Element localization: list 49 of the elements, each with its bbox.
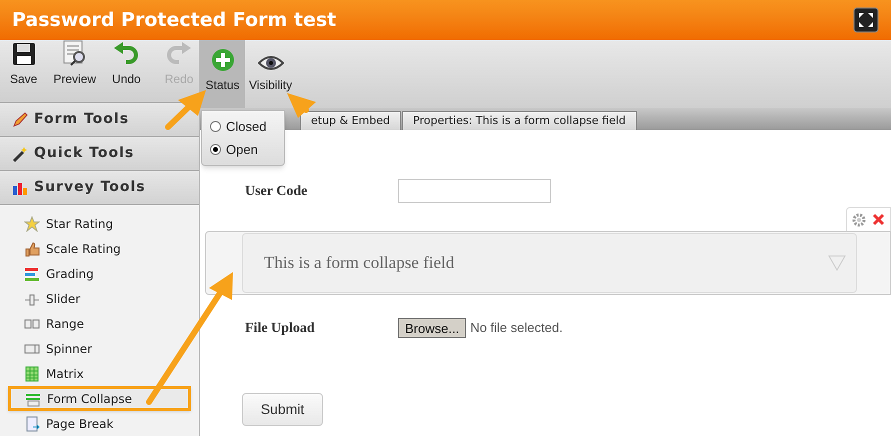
sidebar-item[interactable]: Slider [0, 286, 199, 311]
toolbar-button[interactable]: Save [6, 42, 42, 88]
close-icon[interactable] [872, 213, 885, 226]
file-status: No file selected. [470, 319, 563, 338]
grid-table-icon [24, 366, 40, 382]
sidebar-item[interactable]: Star Rating [0, 211, 199, 236]
radio-button[interactable] [210, 144, 221, 156]
pencil-icon [12, 112, 28, 128]
radio-label[interactable]: Open [226, 140, 258, 160]
sidebar-item[interactable]: Range [0, 311, 199, 336]
redo-arrow-icon [166, 42, 192, 66]
sidebar-section-header[interactable]: Quick Tools [0, 137, 199, 171]
magic-wand-icon [12, 146, 28, 162]
sidebar-item[interactable]: Spinner [0, 336, 199, 361]
collapse-section-header[interactable]: This is a form collapse field [242, 233, 857, 293]
eye-icon [258, 54, 284, 72]
sidebar-item[interactable]: Matrix [0, 361, 199, 386]
toolbar-button[interactable]: Preview [49, 40, 100, 88]
toolbar-button[interactable]: Undo [108, 42, 145, 88]
annotation-arrow [287, 93, 316, 118]
sidebar-item[interactable]: Grading [0, 261, 199, 286]
undo-arrow-icon [113, 42, 140, 66]
field-label: User Code [245, 182, 308, 200]
sidebar-section-header[interactable]: Form Tools [0, 103, 199, 137]
triangle-down-icon [828, 255, 846, 271]
sidebar-item[interactable]: Scale Rating [0, 236, 199, 261]
stacked-bars-icon [24, 266, 40, 282]
sidebar-item[interactable]: Page Break [0, 411, 199, 436]
collapse-title: This is a form collapse field [264, 252, 454, 274]
tab[interactable]: Properties: This is a form collapse field [402, 111, 637, 130]
input-field[interactable] [398, 179, 551, 203]
radio-button[interactable] [210, 120, 221, 132]
highlighted-sidebar-item[interactable]: Form Collapse [8, 386, 191, 411]
sidebar-section-header[interactable]: Survey Tools [0, 171, 199, 205]
window-title: Password Protected Form test [12, 8, 336, 33]
star-icon [24, 216, 40, 232]
annotation-arrow [165, 90, 206, 130]
settings-icon[interactable] [852, 212, 866, 226]
document-magnifier-icon [62, 40, 88, 66]
expand-icon[interactable] [853, 7, 879, 33]
toolbar-button[interactable]: Status [200, 40, 245, 108]
radio-label[interactable]: Closed [226, 116, 266, 136]
page-icon [24, 416, 40, 432]
field-label: File Upload [245, 320, 316, 338]
tab[interactable]: etup & Embed [300, 111, 402, 130]
browse-button[interactable]: Browse... [398, 318, 466, 338]
thumbs-up-icon [24, 240, 40, 256]
submit-button[interactable]: Submit [242, 393, 323, 426]
plus-circle-icon [210, 48, 234, 72]
